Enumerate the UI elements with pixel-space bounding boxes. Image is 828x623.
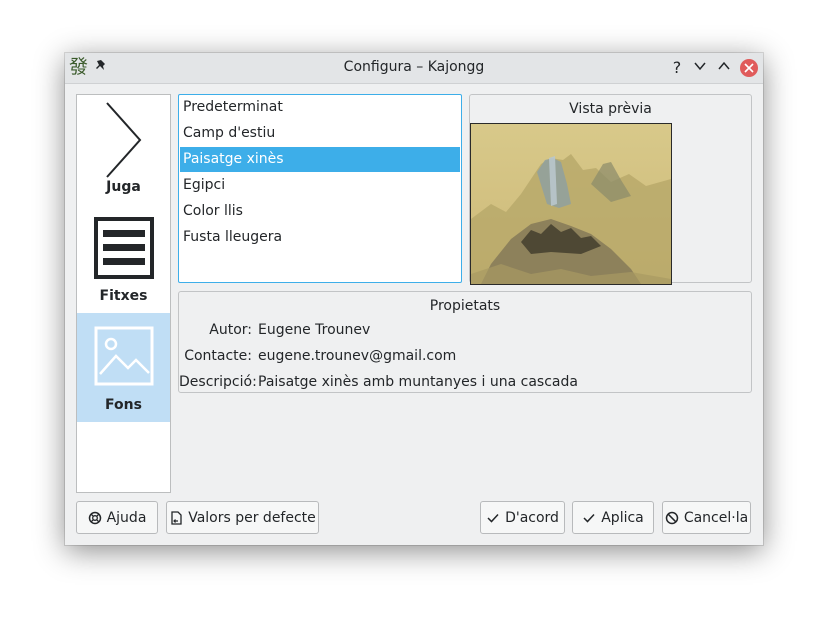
description-value: Paisatge xinès amb muntanyes i una casca… <box>258 374 578 390</box>
help-question-icon[interactable]: ? <box>666 57 688 79</box>
ok-button[interactable]: D'acord <box>480 501 565 534</box>
maximize-button[interactable] <box>713 57 735 79</box>
list-item[interactable]: Egipci <box>180 173 460 198</box>
list-item[interactable]: Color llis <box>180 199 460 224</box>
window-title: Configura – Kajongg <box>343 59 485 75</box>
list-item[interactable]: Paisatge xinès <box>180 147 460 172</box>
background-list[interactable]: Predeterminat Camp d'estiu Paisatge xinè… <box>178 94 462 283</box>
page-sidebar: Juga Fitxes Fons <box>76 94 171 493</box>
sidebar-item-juga[interactable]: Juga <box>77 95 170 204</box>
tiles-icon <box>92 209 155 279</box>
apply-button[interactable]: Aplica <box>572 501 654 534</box>
sidebar-item-fons[interactable]: Fons <box>77 313 170 422</box>
image-icon <box>92 318 155 388</box>
cancel-button-label: Cancel·la <box>683 509 749 526</box>
contact-label: Contacte: <box>184 348 252 364</box>
list-item[interactable]: Predeterminat <box>180 95 460 120</box>
checkmark-icon <box>583 513 595 523</box>
contact-value: eugene.trounev@gmail.com <box>258 348 457 364</box>
cancel-icon <box>665 511 679 524</box>
help-button-label: Ajuda <box>106 509 147 526</box>
properties-title: Propietats <box>429 298 501 314</box>
sidebar-item-label: Fitxes <box>99 288 148 304</box>
chevron-up-icon <box>718 61 730 70</box>
background-preview-image <box>470 123 672 285</box>
title-bar[interactable]: 發 Configura – Kajongg ? <box>65 53 763 84</box>
checkmark-icon <box>487 513 499 523</box>
cancel-button[interactable]: Cancel·la <box>662 501 751 534</box>
close-button[interactable] <box>740 59 758 77</box>
sidebar-item-label: Juga <box>106 179 141 195</box>
chevron-right-icon <box>92 100 155 178</box>
list-item[interactable]: Camp d'estiu <box>180 121 460 146</box>
author-label: Autor: <box>209 322 252 338</box>
document-revert-icon <box>171 510 182 525</box>
description-label: Descripció: <box>179 374 257 390</box>
defaults-button[interactable]: Valors per defecte <box>166 501 319 534</box>
minimize-button[interactable] <box>689 57 711 79</box>
lifebuoy-icon <box>88 511 101 524</box>
preview-title: Vista prèvia <box>569 101 652 117</box>
help-button[interactable]: Ajuda <box>76 501 158 534</box>
apply-button-label: Aplica <box>601 509 644 526</box>
properties-group: Propietats Autor: Eugene Trounev Contact… <box>178 291 752 393</box>
ok-button-label: D'acord <box>505 509 559 526</box>
settings-dialog: 發 Configura – Kajongg ? Juga Fitxes Fons… <box>65 53 763 545</box>
preview-group: Vista prèvia <box>469 94 752 285</box>
sidebar-item-label: Fons <box>105 397 142 413</box>
defaults-button-label: Valors per defecte <box>188 509 316 526</box>
list-item[interactable]: Fusta lleugera <box>180 225 460 250</box>
chevron-down-icon <box>694 62 706 71</box>
close-icon <box>744 63 754 73</box>
author-value: Eugene Trounev <box>258 322 371 338</box>
sidebar-item-fitxes[interactable]: Fitxes <box>77 204 170 313</box>
